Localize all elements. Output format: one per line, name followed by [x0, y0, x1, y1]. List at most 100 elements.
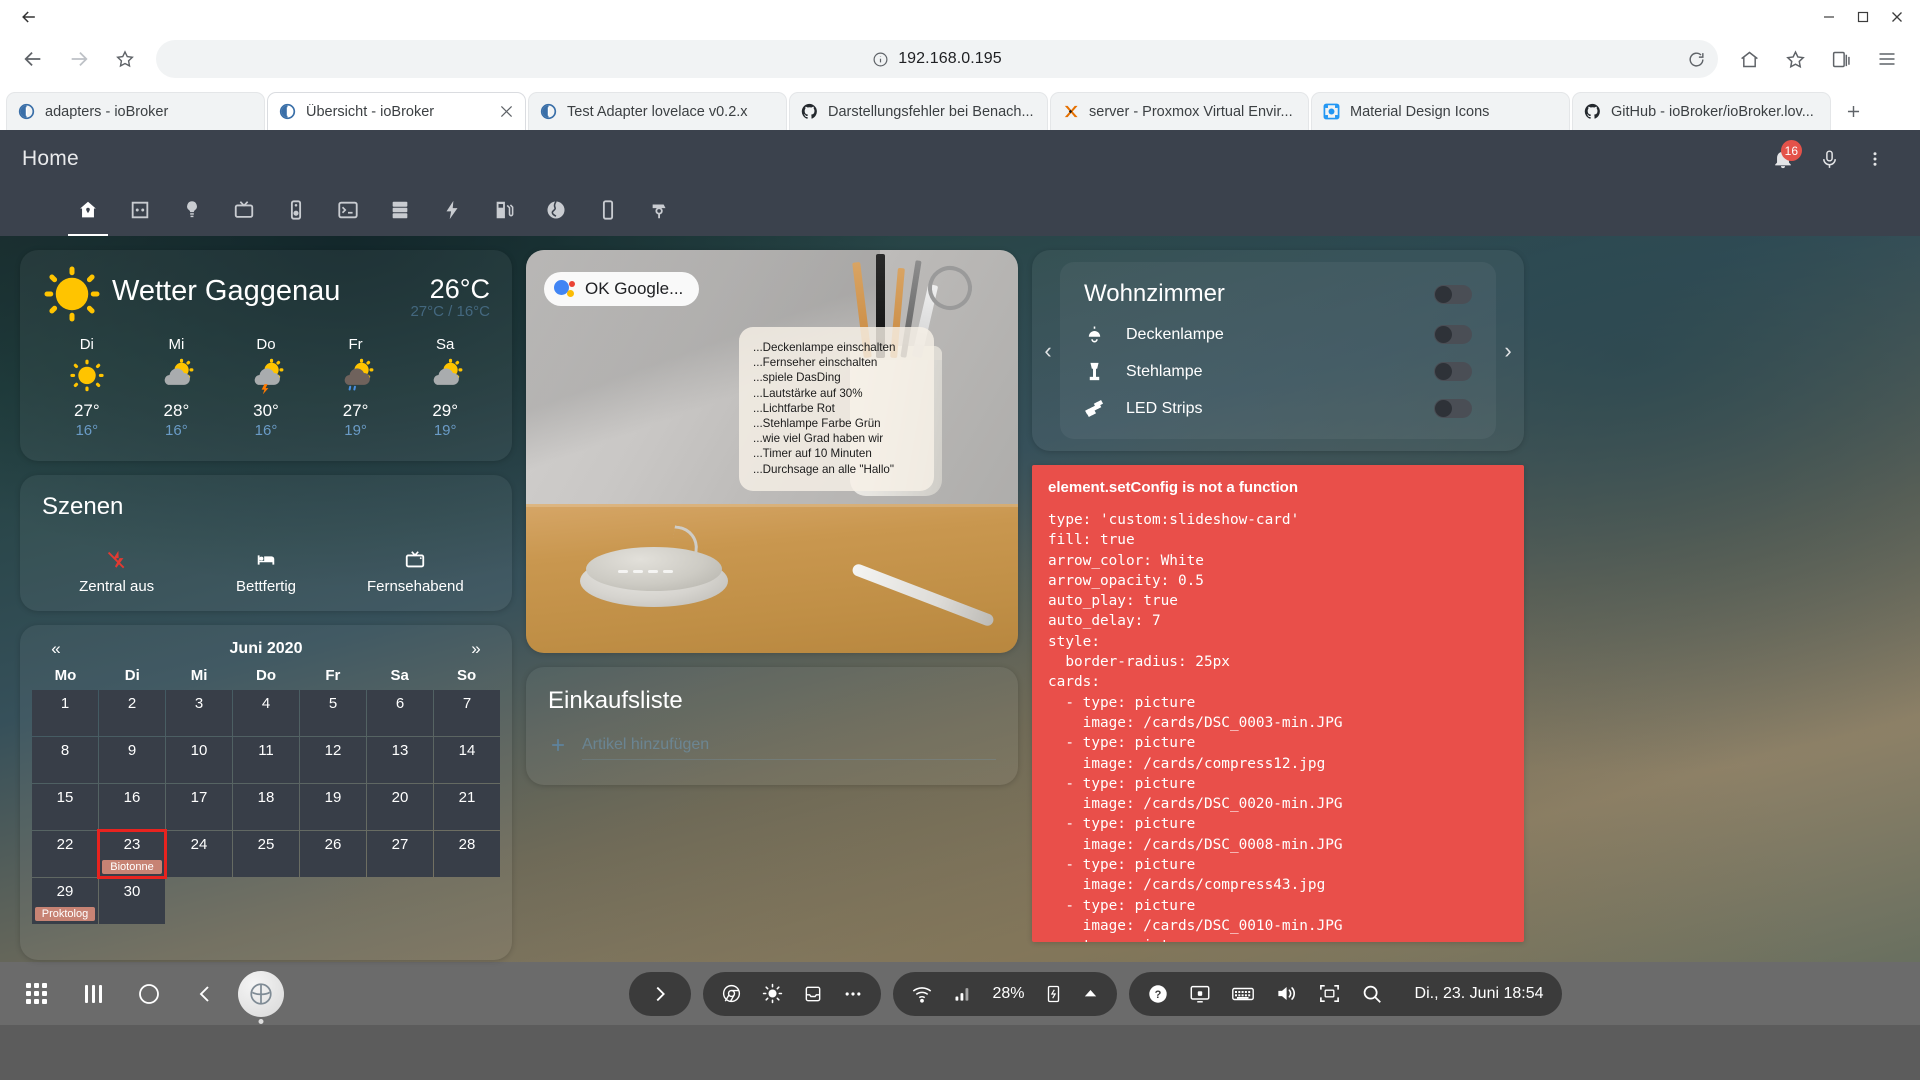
- calendar-prev-button[interactable]: «: [42, 639, 70, 659]
- overflow-icon[interactable]: [843, 984, 863, 1004]
- calendar-day-cell[interactable]: 3: [166, 690, 232, 736]
- brightness-icon[interactable]: [762, 983, 783, 1004]
- favorites-icon[interactable]: [1774, 38, 1816, 80]
- apps-grid-icon[interactable]: [14, 971, 60, 1017]
- browser-tab[interactable]: Test Adapter lovelace v0.2.x: [528, 92, 787, 130]
- livingroom-row[interactable]: Stehlampe: [1084, 361, 1472, 382]
- livingroom-row-toggle[interactable]: [1434, 325, 1472, 344]
- microphone-icon[interactable]: [1806, 136, 1852, 182]
- volume-icon[interactable]: [1275, 982, 1298, 1005]
- reload-icon[interactable]: [1682, 45, 1710, 73]
- calendar-day-cell[interactable]: 27: [367, 831, 433, 877]
- calendar-day-cell[interactable]: 18: [233, 784, 299, 830]
- chevron-up-icon[interactable]: [1082, 985, 1099, 1002]
- collections-icon[interactable]: [1820, 38, 1862, 80]
- calendar-event-chip[interactable]: Biotonne: [102, 860, 162, 874]
- google-assistant-card[interactable]: OK Google... ...Deckenlampe einschalten.…: [526, 250, 1018, 653]
- screenshot-icon[interactable]: [1318, 982, 1341, 1005]
- chrome-icon[interactable]: [721, 983, 742, 1004]
- calendar-day-cell[interactable]: 19: [300, 784, 366, 830]
- address-bar[interactable]: 192.168.0.195: [156, 40, 1718, 78]
- calendar-day-cell[interactable]: 14: [434, 737, 500, 783]
- calendar-day-cell[interactable]: 4: [233, 690, 299, 736]
- calendar-day-cell[interactable]: 20: [367, 784, 433, 830]
- calendar-day-cell[interactable]: 7: [434, 690, 500, 736]
- nav-forward-icon[interactable]: [58, 38, 100, 80]
- app-tab-home[interactable]: [62, 188, 114, 236]
- tab-close-icon[interactable]: [497, 103, 515, 121]
- calendar-day-cell[interactable]: 23 Biotonne: [97, 829, 167, 879]
- app-tab-television[interactable]: [218, 188, 270, 236]
- window-minimize-button[interactable]: [1812, 2, 1846, 32]
- calendar-next-button[interactable]: »: [462, 639, 490, 659]
- taskbar-clock[interactable]: Di., 23. Juni 18:54: [1415, 985, 1544, 1003]
- inbox-icon[interactable]: [803, 984, 823, 1004]
- new-tab-button[interactable]: [1833, 94, 1873, 128]
- window-back-icon[interactable]: [14, 4, 44, 30]
- circle-icon[interactable]: [126, 971, 172, 1017]
- calendar-day-cell[interactable]: 8: [32, 737, 98, 783]
- scene-button[interactable]: Bettfertig: [191, 547, 340, 595]
- calendar-day-cell[interactable]: 9: [99, 737, 165, 783]
- app-tab-earth[interactable]: [530, 188, 582, 236]
- home-icon[interactable]: [1728, 38, 1770, 80]
- search-icon[interactable]: [1361, 983, 1383, 1005]
- browser-tab[interactable]: server - Proxmox Virtual Envir...: [1050, 92, 1309, 130]
- shopping-add-input[interactable]: [582, 735, 996, 760]
- app-tab-cellphone[interactable]: [582, 188, 634, 236]
- calendar-day-cell[interactable]: 17: [166, 784, 232, 830]
- calendar-day-cell[interactable]: 6: [367, 690, 433, 736]
- livingroom-row-toggle[interactable]: [1434, 399, 1472, 418]
- app-tab-console[interactable]: [322, 188, 374, 236]
- app-tab-power-socket[interactable]: [114, 188, 166, 236]
- browser-menu-icon[interactable]: [1866, 38, 1908, 80]
- app-tab-fuel[interactable]: [478, 188, 530, 236]
- calendar-day-cell[interactable]: 21: [434, 784, 500, 830]
- calendar-day-cell[interactable]: 5: [300, 690, 366, 736]
- browser-tab[interactable]: Übersicht - ioBroker: [267, 92, 526, 130]
- bookmark-star-icon[interactable]: [104, 38, 146, 80]
- window-list-icon[interactable]: [70, 971, 116, 1017]
- scene-button[interactable]: Fernsehabend: [341, 547, 490, 595]
- browser-tab[interactable]: adapters - ioBroker: [6, 92, 265, 130]
- back-icon[interactable]: [182, 971, 228, 1017]
- calendar-day-cell[interactable]: 10: [166, 737, 232, 783]
- app-tab-lightbulb[interactable]: [166, 188, 218, 236]
- calendar-day-cell[interactable]: 25: [233, 831, 299, 877]
- scene-button[interactable]: Zentral aus: [42, 547, 191, 595]
- app-tab-cctv[interactable]: [634, 188, 686, 236]
- window-maximize-button[interactable]: [1846, 2, 1880, 32]
- help-icon[interactable]: ?: [1147, 983, 1169, 1005]
- calendar-day-cell[interactable]: 13: [367, 737, 433, 783]
- display-icon[interactable]: [1189, 983, 1211, 1005]
- app-overflow-menu-icon[interactable]: [1852, 136, 1898, 182]
- nav-back-icon[interactable]: [12, 38, 54, 80]
- livingroom-row-toggle[interactable]: [1434, 362, 1472, 381]
- taskbar-status[interactable]: 28%: [892, 971, 1117, 1016]
- calendar-day-cell[interactable]: 16: [99, 784, 165, 830]
- calendar-day-cell[interactable]: 24: [166, 831, 232, 877]
- notifications-bell-icon[interactable]: 16: [1760, 136, 1806, 182]
- window-close-button[interactable]: [1880, 2, 1914, 32]
- browser-tab[interactable]: Darstellungsfehler bei Benach...: [789, 92, 1048, 130]
- calendar-event-chip[interactable]: Proktolog: [35, 907, 95, 921]
- calendar-day-cell[interactable]: 12: [300, 737, 366, 783]
- livingroom-master-toggle[interactable]: [1434, 284, 1472, 304]
- calendar-day-cell[interactable]: 28: [434, 831, 500, 877]
- app-tab-speaker[interactable]: [270, 188, 322, 236]
- calendar-day-cell[interactable]: 15: [32, 784, 98, 830]
- keyboard-icon[interactable]: [1231, 982, 1255, 1006]
- livingroom-row[interactable]: Deckenlampe: [1084, 324, 1472, 345]
- carousel-prev-icon[interactable]: ‹: [1038, 338, 1058, 364]
- calendar-day-cell[interactable]: 29 Proktolog: [32, 878, 98, 924]
- app-tab-flash[interactable]: [426, 188, 478, 236]
- calendar-day-cell[interactable]: 26: [300, 831, 366, 877]
- calendar-day-cell[interactable]: 2: [99, 690, 165, 736]
- calendar-day-cell[interactable]: 1: [32, 690, 98, 736]
- livingroom-row[interactable]: LED Strips: [1084, 398, 1472, 419]
- calendar-day-cell[interactable]: 22: [32, 831, 98, 877]
- calendar-day-cell[interactable]: 30: [99, 878, 165, 924]
- app-tab-server[interactable]: [374, 188, 426, 236]
- browser-tab[interactable]: Material Design Icons: [1311, 92, 1570, 130]
- browser-tab[interactable]: GitHub - ioBroker/ioBroker.lov...: [1572, 92, 1831, 130]
